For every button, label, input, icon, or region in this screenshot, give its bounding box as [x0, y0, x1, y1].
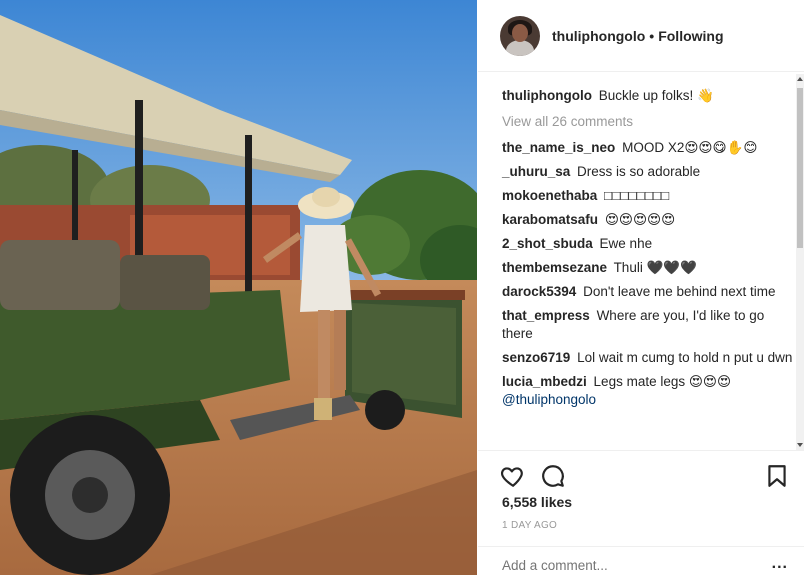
- comment-text: Legs mate legs 😍😍😍: [593, 374, 732, 389]
- action-bar: [478, 450, 804, 492]
- comment-text: □□□□□□□□: [604, 188, 670, 203]
- comment-username[interactable]: senzo6719: [502, 350, 570, 365]
- comment-text: MOOD X2😍😍😋✋😊: [622, 140, 758, 155]
- caption-username[interactable]: thuliphongolo: [502, 88, 592, 103]
- add-comment-input[interactable]: [502, 558, 742, 573]
- following-button[interactable]: Following: [658, 28, 723, 44]
- speech-bubble-icon[interactable]: [540, 463, 566, 489]
- comment-text: Don't leave me behind next time: [583, 284, 776, 299]
- add-comment-bar: ...: [478, 546, 804, 575]
- comment-row: senzo6719 Lol wait m cumg to hold n put …: [502, 349, 796, 367]
- comment-text: Ewe nhe: [599, 236, 653, 251]
- comment-username[interactable]: lucia_mbedzi: [502, 374, 587, 389]
- comment-row: the_name_is_neo MOOD X2😍😍😋✋😊: [502, 139, 796, 157]
- comment-row: thembemsezane Thuli 🖤🖤🖤: [502, 259, 796, 277]
- caption-text: Buckle up folks! 👋: [598, 88, 714, 103]
- comment-username[interactable]: 2_shot_sbuda: [502, 236, 593, 251]
- comment-row: 2_shot_sbuda Ewe nhe: [502, 235, 796, 253]
- comment-username[interactable]: _uhuru_sa: [502, 164, 570, 179]
- comment-username[interactable]: that_empress: [502, 308, 590, 323]
- more-options-button[interactable]: ...: [772, 556, 788, 572]
- caption: thuliphongolo Buckle up folks! 👋: [502, 87, 796, 105]
- post-detail-panel: thuliphongolo • Following thuliphongolo …: [478, 0, 804, 575]
- heart-outline-icon[interactable]: [500, 463, 526, 489]
- post-header: thuliphongolo • Following: [478, 0, 804, 72]
- comment-username[interactable]: karabomatsafu: [502, 212, 598, 227]
- comment-username[interactable]: the_name_is_neo: [502, 140, 615, 155]
- comment-row: that_empress Where are you, I'd like to …: [502, 307, 796, 343]
- comment-row: lucia_mbedzi Legs mate legs 😍😍😍 @thuliph…: [502, 373, 796, 409]
- comment-text: Lol wait m cumg to hold n put u dwn: [577, 350, 793, 365]
- view-all-comments-link[interactable]: View all 26 comments: [502, 113, 633, 131]
- comment-row: karabomatsafu 😍😍😍😍😍: [502, 211, 796, 229]
- comment-text: Thuli 🖤🖤🖤: [613, 260, 698, 275]
- likes-count[interactable]: 6,558 likes: [502, 494, 572, 510]
- header-username[interactable]: thuliphongolo: [552, 28, 645, 44]
- comment-row: _uhuru_sa Dress is so adorable: [502, 163, 796, 181]
- bookmark-icon[interactable]: [764, 463, 790, 489]
- post-timestamp[interactable]: 1 DAY AGO: [502, 520, 557, 531]
- comment-text: 😍😍😍😍😍: [604, 212, 676, 227]
- comment-row: darock5394 Don't leave me behind next ti…: [502, 283, 796, 301]
- comment-text: Dress is so adorable: [577, 164, 701, 179]
- comments-list[interactable]: thuliphongolo Buckle up folks! 👋 View al…: [478, 74, 796, 450]
- scroll-up-arrow-icon[interactable]: [797, 77, 803, 81]
- scroll-down-arrow-icon[interactable]: [797, 443, 803, 447]
- safari-vehicle-photo: [0, 0, 477, 575]
- scrollbar-thumb[interactable]: [797, 88, 803, 248]
- mention-link[interactable]: @thuliphongolo: [502, 392, 596, 407]
- post-photo[interactable]: [0, 0, 477, 575]
- comment-row: mokoenethaba □□□□□□□□: [502, 187, 796, 205]
- header-separator: •: [649, 27, 655, 44]
- comment-username[interactable]: mokoenethaba: [502, 188, 597, 203]
- comments-scrollbar[interactable]: [796, 74, 804, 450]
- avatar[interactable]: [500, 15, 540, 56]
- comment-username[interactable]: darock5394: [502, 284, 576, 299]
- comment-username[interactable]: thembemsezane: [502, 260, 607, 275]
